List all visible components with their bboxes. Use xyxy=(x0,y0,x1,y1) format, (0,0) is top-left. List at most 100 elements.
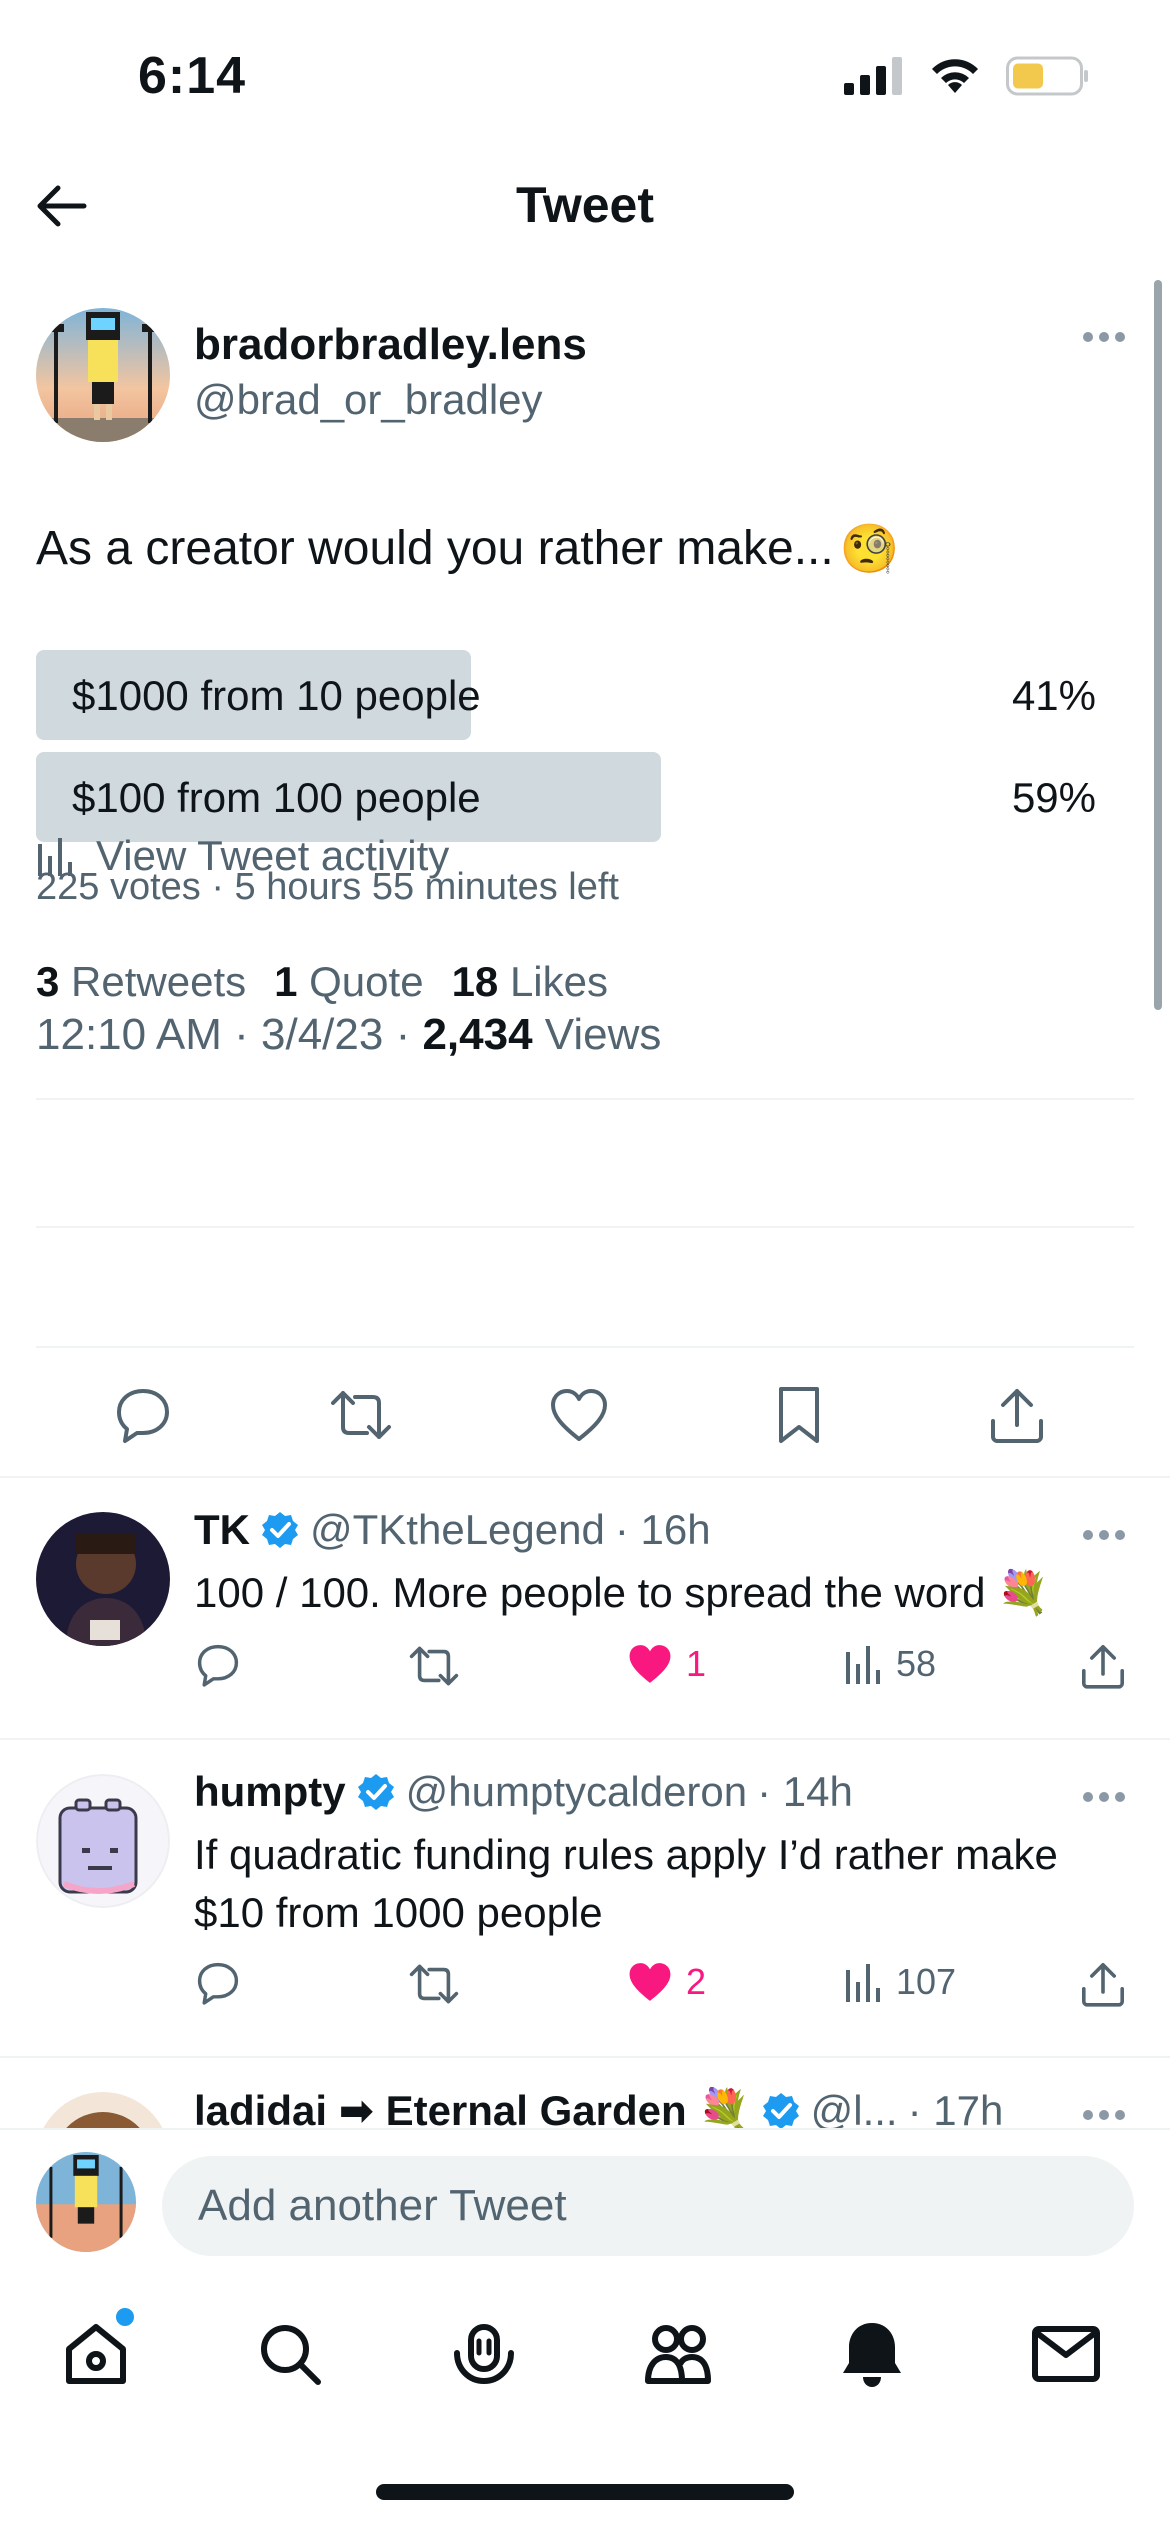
verified-badge-icon xyxy=(262,1512,298,1548)
reply-header: TK @TKtheLegend · 16h xyxy=(194,1506,711,1554)
tab-notifications[interactable] xyxy=(832,2314,912,2394)
view-tweet-activity[interactable]: View Tweet activity xyxy=(36,832,449,880)
tweet-timestamp: 12:10 AM · 3/4/23 · 2,434 Views xyxy=(36,1010,661,1060)
poll: $1000 from 10 people 41% $100 from 100 p… xyxy=(36,650,1096,854)
reply-comment-button[interactable] xyxy=(194,1642,242,1688)
microphone-icon xyxy=(454,2324,514,2385)
tab-home[interactable] xyxy=(56,2308,136,2394)
author-avatar[interactable] xyxy=(36,308,170,442)
like-button[interactable] xyxy=(544,1380,614,1450)
reply-time: · 17h xyxy=(907,2087,1004,2128)
share-icon xyxy=(1082,1645,1124,1689)
reply-author-handle[interactable]: @humptycalderon xyxy=(406,1768,747,1816)
reply-icon xyxy=(197,1962,239,2005)
more-horizontal-icon xyxy=(1083,2110,1125,2120)
reply-retweet-button[interactable] xyxy=(408,1960,460,2008)
reply-like-button[interactable]: 2 xyxy=(626,1960,706,2004)
home-indicator xyxy=(376,2484,794,2500)
retweets-stat[interactable]: 3 Retweets xyxy=(36,958,246,1006)
tweet-action-bar xyxy=(0,1366,1170,1466)
retweets-count: 3 xyxy=(36,958,60,1005)
likes-stat[interactable]: 18 Likes xyxy=(452,958,608,1006)
heart-outline-icon xyxy=(551,1389,607,1441)
reply-more-button[interactable] xyxy=(1082,1528,1126,1546)
reply-like-button[interactable]: 1 xyxy=(626,1642,706,1686)
tweet-text-body: As a creator would you rather make... xyxy=(36,522,834,575)
bottom-tab-bar xyxy=(0,2290,1170,2420)
tab-search[interactable] xyxy=(250,2314,330,2394)
analytics-icon xyxy=(846,1646,880,1684)
reply-author-handle[interactable]: @l... xyxy=(811,2087,898,2128)
quotes-count: 1 xyxy=(274,958,298,1005)
reply-header: ladidai ➡ Eternal Garden 💐 @l... · 17h xyxy=(194,2086,1003,2128)
reply-author-name[interactable]: ladidai ➡ Eternal Garden 💐 xyxy=(194,2086,751,2128)
poll-option-percent: 59% xyxy=(1011,774,1096,821)
tab-communities[interactable] xyxy=(638,2314,718,2394)
more-options-button[interactable] xyxy=(1082,330,1126,348)
heart-filled-icon xyxy=(629,1963,671,2001)
reply-author-name[interactable]: TK xyxy=(194,1506,250,1554)
reply-view-count: 58 xyxy=(896,1643,937,1684)
people-icon xyxy=(645,2325,711,2384)
share-button[interactable] xyxy=(982,1380,1052,1450)
reply-author-name[interactable]: humpty xyxy=(194,1768,346,1816)
reply-header: humpty @humptycalderon · 14h xyxy=(194,1768,853,1816)
reply-tweet[interactable]: ladidai ➡ Eternal Garden 💐 @l... · 17h xyxy=(0,2056,1170,2128)
poll-option-label: $1000 from 10 people xyxy=(72,672,481,719)
reply-views[interactable]: 107 xyxy=(844,1960,956,2004)
divider xyxy=(0,1738,1170,1740)
search-icon xyxy=(261,2325,321,2385)
status-time: 6:14 xyxy=(138,47,247,105)
author-name[interactable]: bradorbradley.lens xyxy=(194,320,587,370)
reply-more-button[interactable] xyxy=(1082,1790,1126,1808)
home-icon xyxy=(66,2324,126,2384)
author-handle[interactable]: @brad_or_bradley xyxy=(194,376,543,424)
reply-comment-button[interactable] xyxy=(194,1960,242,2006)
wifi-icon xyxy=(932,59,978,93)
reply-avatar[interactable] xyxy=(36,1512,170,1646)
more-horizontal-icon xyxy=(1083,332,1125,342)
views-count: 2,434 xyxy=(422,1010,533,1059)
quotes-stat[interactable]: 1 Quote xyxy=(274,958,423,1006)
reply-views[interactable]: 58 xyxy=(844,1642,936,1686)
reply-avatar[interactable] xyxy=(36,1774,170,1908)
analytics-icon xyxy=(38,838,72,876)
tab-spaces[interactable] xyxy=(444,2314,524,2394)
view-tweet-activity-label: View Tweet activity xyxy=(96,832,450,879)
header: Tweet xyxy=(0,150,1170,260)
notification-dot xyxy=(116,2308,134,2326)
more-horizontal-icon xyxy=(1083,1530,1125,1540)
quotes-label: Quote xyxy=(309,958,424,1005)
reply-retweet-button[interactable] xyxy=(408,1642,460,1690)
verified-badge-icon xyxy=(762,2093,799,2128)
divider xyxy=(36,1226,1134,1228)
more-horizontal-icon xyxy=(1083,1792,1125,1802)
tweet-time: 12:10 AM · 3/4/23 · xyxy=(36,1010,423,1059)
bookmark-button[interactable] xyxy=(764,1380,834,1450)
reply-more-button[interactable] xyxy=(1082,2108,1126,2126)
reply-time: · 14h xyxy=(757,1768,853,1815)
retweet-icon xyxy=(409,1964,459,2004)
reply-author-handle[interactable]: @TKtheLegend xyxy=(310,1506,605,1554)
reply-button[interactable] xyxy=(108,1380,178,1450)
status-icons xyxy=(844,56,1090,96)
tweet-text: As a creator would you rather make... 🧐 xyxy=(36,520,899,577)
signal-icon xyxy=(844,57,902,95)
likes-count: 18 xyxy=(451,958,499,1005)
reply-share-button[interactable] xyxy=(1080,1960,1126,2008)
tab-messages[interactable] xyxy=(1026,2314,1106,2394)
retweet-icon xyxy=(331,1391,391,1439)
reply-composer xyxy=(0,2128,1170,2278)
add-tweet-input[interactable] xyxy=(162,2156,1134,2256)
reply-avatar[interactable] xyxy=(36,2092,170,2128)
reply-icon xyxy=(197,1644,239,1687)
reply-share-button[interactable] xyxy=(1080,1642,1126,1690)
poll-option: $100 from 100 people 59% xyxy=(36,752,1096,842)
retweet-button[interactable] xyxy=(326,1380,396,1450)
bell-icon xyxy=(843,2323,901,2387)
share-icon xyxy=(1082,1963,1124,2007)
status-bar: 6:14 xyxy=(0,0,1170,150)
scrollbar[interactable] xyxy=(1154,280,1162,1010)
poll-option-label: $100 from 100 people xyxy=(72,774,481,821)
poll-option: $1000 from 10 people 41% xyxy=(36,650,1096,740)
